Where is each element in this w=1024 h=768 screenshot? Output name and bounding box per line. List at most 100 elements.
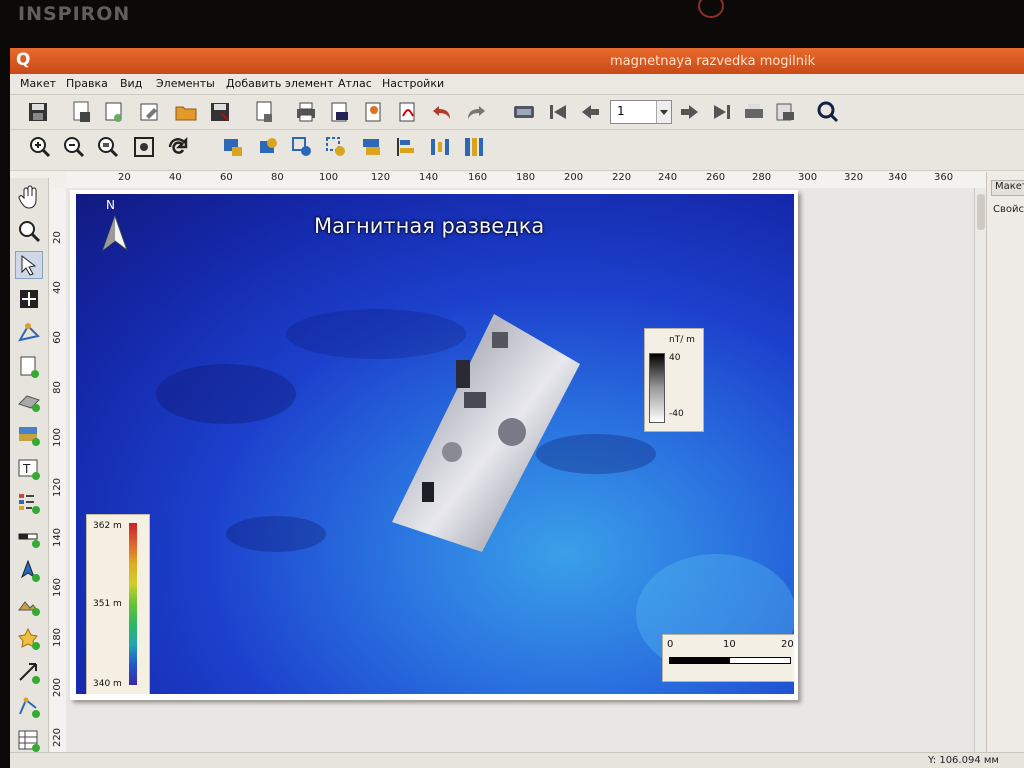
pan-icon[interactable]	[16, 184, 42, 210]
layout-manager-icon[interactable]	[138, 100, 162, 124]
ruler-tick: 200	[52, 677, 64, 698]
atlas-page-spinbox[interactable]: 1	[610, 100, 672, 124]
menu-layout[interactable]: Макет	[20, 77, 56, 90]
menu-edit[interactable]: Правка	[66, 77, 108, 90]
magnetic-colorbar	[649, 353, 665, 423]
undo-icon[interactable]	[430, 100, 454, 124]
north-arrow-icon[interactable]	[98, 196, 132, 252]
atlas-preview-icon[interactable]	[512, 100, 536, 124]
add-table-icon[interactable]	[16, 728, 42, 754]
ruler-tick: 180	[516, 172, 536, 183]
export-pdf-icon[interactable]	[396, 100, 420, 124]
ruler-tick: 80	[271, 172, 284, 183]
select-tool-icon[interactable]	[15, 251, 43, 279]
zoom-in-icon[interactable]	[28, 135, 52, 159]
atlas-settings-icon[interactable]	[816, 100, 840, 124]
layout-toolbar: 1	[10, 95, 1024, 130]
ruler-tick: 160	[52, 577, 64, 598]
refresh-icon[interactable]	[166, 135, 190, 159]
add-node-item-icon[interactable]	[16, 694, 42, 720]
layout-page[interactable]: N Магнитная разведка nT/ m 40 -40 362 m …	[70, 190, 798, 700]
menu-atlas[interactable]: Атлас	[338, 77, 372, 90]
scalebar-label-20: 20 м	[781, 639, 794, 650]
qgis-logo-icon: Q	[16, 50, 31, 70]
add-arrow-icon[interactable]	[16, 660, 42, 686]
ruler-tick: 200	[564, 172, 584, 183]
distribute-icon[interactable]	[428, 135, 452, 159]
align-left-icon[interactable]	[394, 135, 418, 159]
add-page-icon[interactable]	[252, 100, 276, 124]
save-icon[interactable]	[26, 100, 50, 124]
open-folder-icon[interactable]	[174, 100, 198, 124]
properties-label: Свойств	[993, 204, 1024, 215]
atlas-print-icon[interactable]	[742, 100, 766, 124]
add-label-icon[interactable]: T	[16, 456, 42, 482]
group-icon[interactable]	[290, 135, 314, 159]
next-feature-icon[interactable]	[678, 100, 702, 124]
add-3d-map-icon[interactable]	[16, 388, 42, 414]
ungroup-icon[interactable]	[324, 135, 348, 159]
scale-bar[interactable]: 0 10 20 м	[662, 634, 794, 682]
add-scalebar-icon[interactable]	[16, 524, 42, 550]
resize-icon[interactable]	[462, 135, 486, 159]
save-as-template-icon[interactable]	[70, 100, 94, 124]
add-north-arrow-icon[interactable]	[16, 558, 42, 584]
status-bar: Y: 106.094 мм	[10, 752, 1024, 768]
last-feature-icon[interactable]	[710, 100, 734, 124]
scalebar-graphic	[669, 657, 791, 664]
map-item[interactable]: N Магнитная разведка nT/ m 40 -40 362 m …	[76, 194, 794, 694]
webcam-ring	[698, 0, 724, 18]
magnetic-legend-min: -40	[669, 409, 684, 419]
magnetic-legend[interactable]: nT/ m 40 -40	[644, 328, 704, 432]
lock-items-icon[interactable]	[220, 135, 244, 159]
menu-settings[interactable]: Настройки	[382, 77, 444, 90]
raise-icon[interactable]	[360, 135, 384, 159]
ruler-tick: 280	[752, 172, 772, 183]
elevation-legend[interactable]: 362 m 351 m 340 m	[86, 514, 150, 694]
menu-add-item[interactable]: Добавить элемент	[226, 77, 333, 90]
menu-items[interactable]: Элементы	[156, 77, 215, 90]
scrollbar-thumb[interactable]	[977, 194, 985, 230]
export-svg-icon[interactable]	[362, 100, 386, 124]
scalebar-label-0: 0	[667, 639, 674, 650]
ruler-tick: 180	[52, 627, 64, 648]
zoom-out-icon[interactable]	[62, 135, 86, 159]
print-icon[interactable]	[294, 100, 318, 124]
ruler-tick: 60	[220, 172, 233, 183]
magnetic-legend-max: 40	[669, 353, 681, 363]
north-label: N	[106, 198, 115, 212]
save-layout-icon[interactable]	[208, 100, 232, 124]
export-image-icon[interactable]	[328, 100, 352, 124]
first-feature-icon[interactable]	[546, 100, 570, 124]
zoom-full-icon[interactable]	[132, 135, 156, 159]
menu-view[interactable]: Вид	[120, 77, 142, 90]
layout-canvas[interactable]: N Магнитная разведка nT/ m 40 -40 362 m …	[66, 188, 974, 768]
laptop-brand-label: INSPIRON	[18, 3, 131, 25]
add-picture-icon[interactable]	[16, 592, 42, 618]
new-layout-icon[interactable]	[102, 100, 126, 124]
vertical-ruler: 20 40 60 80 100 120 140 160 180 200 220	[50, 188, 67, 768]
add-shape-icon[interactable]	[16, 626, 42, 652]
ruler-tick: 20	[51, 231, 63, 244]
add-page-tool-icon[interactable]	[16, 354, 42, 380]
unlock-items-icon[interactable]	[256, 135, 280, 159]
elevation-colorbar	[129, 523, 137, 685]
previous-feature-icon[interactable]	[578, 100, 602, 124]
add-legend-icon[interactable]	[16, 490, 42, 516]
map-title[interactable]: Магнитная разведка	[314, 214, 544, 238]
atlas-export-icon[interactable]	[774, 100, 798, 124]
ruler-tick: 340	[888, 172, 908, 183]
tab-layout[interactable]: Макет	[991, 180, 1024, 196]
menu-bar: Макет Правка Вид Элементы Добавить элеме…	[10, 74, 1024, 95]
window-title: magnetnaya razvedka mogilnik	[610, 54, 816, 69]
zoom-100-icon[interactable]	[96, 135, 120, 159]
chevron-down-icon[interactable]	[656, 101, 671, 123]
layout-tools-panel: T	[10, 178, 49, 768]
redo-icon[interactable]	[464, 100, 488, 124]
move-content-icon[interactable]	[16, 286, 42, 312]
add-map-icon[interactable]	[16, 422, 42, 448]
edit-nodes-icon[interactable]	[16, 320, 42, 346]
zoom-tool-icon[interactable]	[16, 218, 42, 244]
ruler-tick: 20	[118, 172, 131, 183]
ruler-tick: 220	[52, 727, 64, 748]
